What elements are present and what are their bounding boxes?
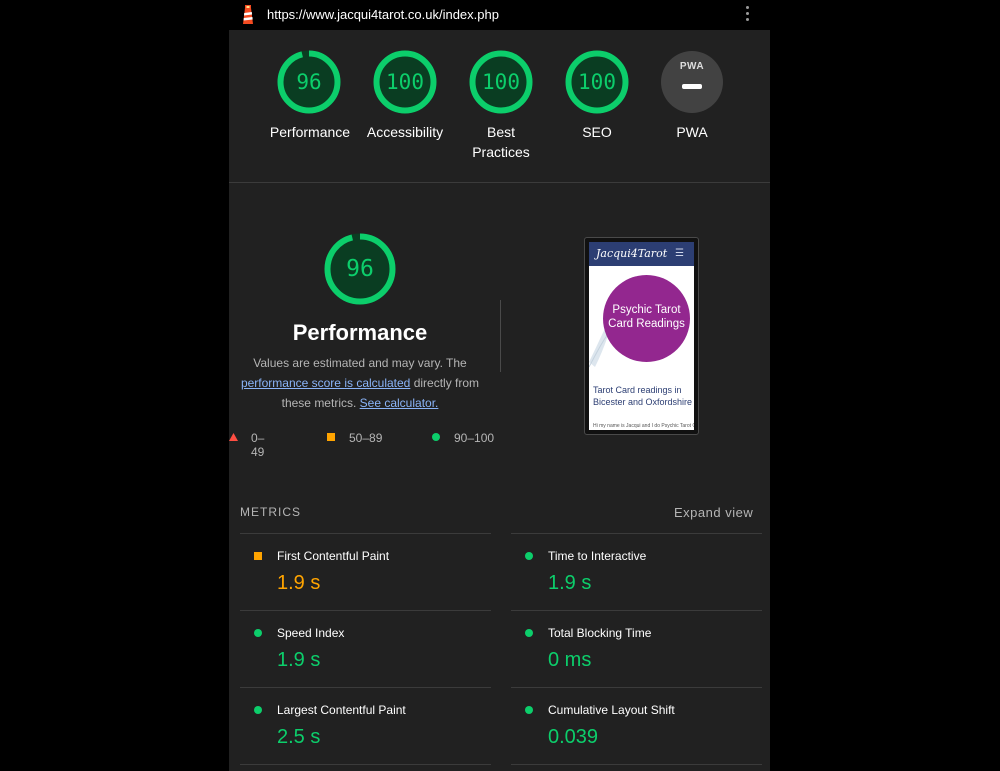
performance-score-link[interactable]: performance score is calculated — [241, 376, 410, 390]
description-text: Values are estimated and may vary. The — [253, 356, 467, 370]
performance-description: Values are estimated and may vary. The p… — [231, 353, 489, 413]
page-url[interactable]: https://www.jacqui4tarot.co.uk/index.php — [267, 7, 499, 22]
metric-divider — [511, 533, 762, 534]
report-panel: 96 Performance 100 Accessibility 100 Bes… — [229, 30, 770, 771]
metric-name: First Contentful Paint — [277, 549, 390, 563]
pwa-gauge[interactable]: PWA — [660, 50, 724, 114]
screenshot-hero-circle: Psychic Tarot Card Readings — [603, 275, 690, 362]
metric-name: Total Blocking Time — [548, 626, 652, 640]
screenshot-logo: Jacqui4Tarot — [596, 247, 668, 260]
screenshot-body: Hi my name is Jacqui and I do Psychic Ta… — [593, 423, 694, 429]
legend-average-range: 50–89 — [349, 431, 383, 445]
metric-divider — [511, 764, 762, 765]
gauge-score: 100 — [386, 70, 424, 94]
hamburger-icon: ☰ — [675, 248, 684, 259]
best-practices-gauge[interactable]: 100 — [469, 50, 533, 114]
category-label-best-practices[interactable]: Best Practices — [451, 122, 551, 162]
pwa-badge-label: PWA — [679, 61, 705, 72]
metric-divider — [511, 687, 762, 688]
more-options-icon[interactable] — [745, 6, 751, 24]
circle-icon — [432, 433, 440, 441]
metric-value: 1.9 s — [277, 649, 321, 671]
legend-pass-range: 90–100 — [454, 431, 495, 445]
metric-value: 0.039 — [548, 726, 599, 748]
metric-divider — [240, 687, 491, 688]
triangle-icon — [229, 433, 238, 441]
category-label-pwa[interactable]: PWA — [642, 122, 742, 142]
pass-circle-icon — [525, 706, 533, 714]
metric-value: 1.9 s — [548, 572, 592, 594]
screenshot-hero-text: Psychic Tarot Card Readings — [608, 304, 685, 330]
category-label-performance[interactable]: Performance — [260, 122, 360, 142]
average-square-icon — [254, 552, 262, 560]
gauge-score: 100 — [482, 70, 520, 94]
lighthouse-icon — [243, 5, 253, 24]
expand-view-toggle[interactable]: Expand view — [674, 505, 753, 520]
see-calculator-link[interactable]: See calculator. — [360, 396, 439, 410]
metric-value: 2.5 s — [277, 726, 321, 748]
performance-title: Performance — [292, 320, 428, 345]
seo-gauge[interactable]: 100 — [565, 50, 629, 114]
metric-divider — [240, 533, 491, 534]
vertical-divider — [500, 300, 501, 372]
screenshot-page: Jacqui4Tarot ☰ Psychic Tarot Card Readin… — [589, 242, 694, 430]
pass-circle-icon — [525, 552, 533, 560]
screenshot-heading: Tarot Card readings in Bicester and Oxfo… — [593, 385, 693, 407]
metric-divider — [240, 764, 491, 765]
gauge-score: 100 — [578, 70, 616, 94]
address-bar: https://www.jacqui4tarot.co.uk/index.php — [229, 0, 770, 30]
metric-divider — [240, 610, 491, 611]
pwa-badge-icon — [661, 51, 723, 113]
final-screenshot[interactable]: Jacqui4Tarot ☰ Psychic Tarot Card Readin… — [584, 237, 699, 435]
metric-divider — [511, 610, 762, 611]
category-label-accessibility[interactable]: Accessibility — [355, 122, 455, 142]
category-label-seo[interactable]: SEO — [547, 122, 647, 142]
performance-gauge[interactable]: 96 — [277, 50, 341, 114]
metric-name: Largest Contentful Paint — [277, 703, 406, 717]
metric-name: Cumulative Layout Shift — [548, 703, 675, 717]
pass-circle-icon — [254, 706, 262, 714]
performance-score-gauge: 96 — [324, 233, 396, 305]
metric-value: 0 ms — [548, 649, 592, 671]
performance-score: 96 — [346, 256, 374, 282]
metric-name: Time to Interactive — [548, 549, 647, 563]
pass-circle-icon — [254, 629, 262, 637]
accessibility-gauge[interactable]: 100 — [373, 50, 437, 114]
metric-value: 1.9 s — [277, 572, 321, 594]
square-icon — [327, 433, 335, 441]
category-label-line-2: Practices — [472, 144, 530, 160]
metric-name: Speed Index — [277, 626, 345, 640]
section-divider — [229, 182, 770, 183]
pass-circle-icon — [525, 629, 533, 637]
gauge-score: 96 — [296, 70, 322, 94]
screenshot-header: Jacqui4Tarot ☰ — [589, 242, 694, 266]
metrics-heading: METRICS — [240, 505, 301, 519]
legend-fail-range: 0–49 — [251, 431, 265, 459]
category-label-line-1: Best — [486, 124, 515, 140]
